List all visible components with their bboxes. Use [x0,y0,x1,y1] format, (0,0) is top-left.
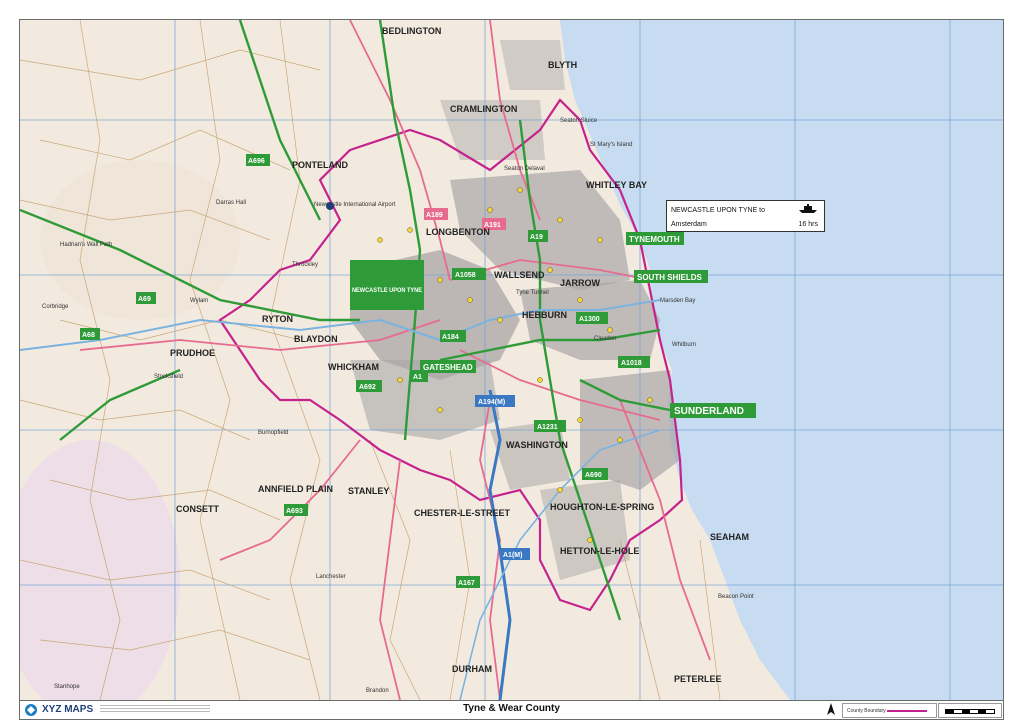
place-wallsend: WALLSEND [494,270,545,280]
ferry-icon [799,204,817,213]
place-darras-hall: Darras Hall [216,200,246,206]
place-hadrians-wall: Hadrian's Wall Path [60,242,112,248]
legend-label: County Boundary [847,708,886,714]
label-a1018: A1018 [621,360,642,367]
label-a194m: A194(M) [478,399,505,406]
legend-box: County Boundary [842,703,937,718]
place-brandon: Brandon [366,688,389,694]
map-sheet: A1 A19 A184 A194(M) A1058 A1300 A1018 A1… [0,0,1024,724]
place-longbenton: LONGBENTON [426,227,490,237]
place-cramlington: CRAMLINGTON [450,104,517,114]
legend-county-boundary-swatch [887,710,927,712]
place-hetton: HETTON-LE-HOLE [560,546,639,556]
label-a69: A69 [138,296,151,303]
airport-icon [326,202,334,210]
place-seaton-delaval: Seaton Delaval [504,166,545,172]
place-ryton: RYTON [262,314,293,324]
place-beacon-point: Beacon Point [718,594,754,600]
place-ponteland: PONTELAND [292,160,349,170]
scale-bar-graphic [945,709,995,714]
label-a1m: A1(M) [503,552,522,559]
place-blaydon: BLAYDON [294,334,338,344]
place-peterlee: PETERLEE [674,674,722,684]
place-jarrow: JARROW [560,278,601,288]
place-stanhope: Stanhope [54,684,80,690]
label-a1058: A1058 [455,272,476,279]
place-whickham: WHICKHAM [328,362,379,372]
place-seaham: SEAHAM [710,532,749,542]
place-throckley: Throckley [292,262,318,268]
place-bedlington: BEDLINGTON [382,26,441,36]
label-a692: A692 [359,384,376,391]
label-a189: A189 [426,212,443,219]
label-a690: A690 [585,472,602,479]
label-a167: A167 [458,580,475,587]
place-houghton: HOUGHTON-LE-SPRING [550,502,654,512]
place-tyne-tunnel: Tyne Tunnel [516,290,549,296]
label-a184: A184 [442,334,459,341]
place-blyth: BLYTH [548,60,577,70]
place-gateshead[interactable]: GATESHEAD [423,363,473,372]
label-a19: A19 [530,234,543,241]
ferry-route: NEWCASTLE UPON TYNE to [671,207,766,214]
ferry-info-box: NEWCASTLE UPON TYNE to Amsterdam 16 hrs [666,200,825,232]
place-lanchester: Lanchester [316,574,346,580]
place-stanley: STANLEY [348,486,389,496]
place-durham: DURHAM [452,664,492,674]
place-washington: WASHINGTON [506,440,568,450]
place-marsden-bay: Marsden Bay [660,298,695,304]
place-consett: CONSETT [176,504,220,514]
place-tynemouth[interactable]: TYNEMOUTH [629,235,680,244]
place-seaton-sluice: Seaton Sluice [560,118,598,124]
footer-bar: XYZ MAPS Tyne & Wear County County Bound… [19,700,1004,720]
label-a1231: A1231 [537,424,558,431]
place-stocksfield: Stocksfield [154,374,183,380]
map-canvas[interactable]: A1 A19 A184 A194(M) A1058 A1300 A1018 A1… [20,20,1003,700]
place-whitley-bay: WHITLEY BAY [586,180,647,190]
place-cleadon: Cleadon [594,336,616,342]
label-a68: A68 [82,332,95,339]
place-newcastle[interactable]: NEWCASTLE UPON TYNE [352,287,423,294]
place-prudhoe: PRUDHOE [170,348,215,358]
label-a1300: A1300 [579,316,600,323]
badge-newcastle [350,260,424,310]
north-arrow-icon [827,703,835,715]
ferry-duration: 16 hrs [798,221,818,228]
ferry-destination: Amsterdam [671,221,707,228]
place-sunderland[interactable]: SUNDERLAND [674,406,744,417]
scale-bar [938,703,1002,718]
place-wylam: Wylam [190,298,208,304]
label-a696: A696 [248,158,265,165]
map-panel[interactable]: A1 A19 A184 A194(M) A1058 A1300 A1018 A1… [19,19,1004,701]
place-corbridge: Corbridge [42,304,69,310]
place-south-shields[interactable]: SOUTH SHIELDS [637,273,703,282]
map-title-text: Tyne & Wear County [463,703,560,714]
place-st-marys: St Mary's Island [590,142,633,148]
place-burnopfield: Burnopfield [258,430,288,436]
label-a1: A1 [413,374,422,381]
place-annfield: ANNFIELD PLAIN [258,484,333,494]
place-hebburn: HEBBURN [522,310,567,320]
place-whitburn: Whitburn [672,342,696,348]
label-a693: A693 [286,508,303,515]
place-chester: CHESTER-LE-STREET [414,508,511,518]
